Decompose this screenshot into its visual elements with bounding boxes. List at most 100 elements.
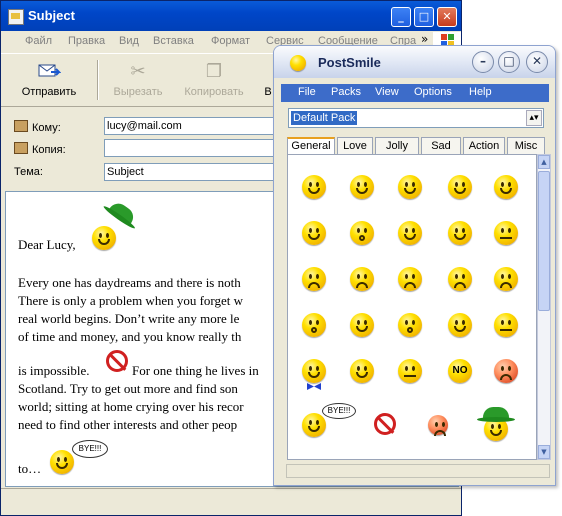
body-line: Scotland. Try to get out more and find s…	[18, 381, 238, 396]
compose-title-bar[interactable]: Subject _ □ ✕	[1, 1, 461, 31]
smiley-grid: NO BYE!!!	[287, 154, 537, 460]
smiley-smile-icon[interactable]	[302, 175, 326, 199]
status-bar	[1, 488, 461, 515]
no-sign-icon[interactable]	[374, 413, 396, 435]
body-line: real world begins. Don’t write any more …	[18, 311, 240, 326]
green-hat-icon	[108, 199, 138, 225]
body-line: There is only a problem when you forget …	[18, 293, 244, 308]
postsmile-window: PostSmile – □ ✕ File Packs View Options …	[273, 45, 556, 486]
smiley-grin-icon[interactable]	[350, 175, 374, 199]
send-icon	[37, 60, 62, 82]
body-line: world; sitting at home crying over his r…	[18, 399, 244, 414]
smiley-pout-icon[interactable]	[494, 267, 518, 291]
body-line-continuation: For one thing he lives in	[132, 363, 259, 378]
menu-file[interactable]: Файл	[25, 35, 52, 47]
bye-speech-bubble: BYE!!!	[72, 440, 108, 458]
scroll-up-arrow-icon[interactable]: ▲	[538, 155, 550, 169]
subject-field[interactable]	[104, 163, 279, 181]
scroll-down-arrow-icon[interactable]: ▼	[538, 445, 550, 459]
postsmile-maximize-button[interactable]: □	[498, 51, 520, 73]
smiley-oops-icon[interactable]	[398, 313, 422, 337]
bye-smiley-icon	[50, 450, 74, 474]
smiley-unhappy-icon[interactable]	[350, 267, 374, 291]
cut-label: Вырезать	[113, 86, 163, 98]
ps-menu-file[interactable]: File	[298, 86, 316, 98]
scroll-thumb[interactable]	[538, 171, 550, 311]
body-line: of time and money, and you know really t…	[18, 329, 242, 344]
smiley-surprised-icon[interactable]	[350, 221, 374, 245]
smiley-no-icon[interactable]: NO	[448, 359, 472, 383]
subject-row: Тема:	[14, 163, 279, 183]
smiley-cheeky-icon[interactable]	[448, 175, 472, 199]
menu-edit[interactable]: Правка	[68, 35, 105, 47]
smiley-teeth-icon[interactable]	[448, 313, 472, 337]
to-label[interactable]: Кому:	[14, 120, 61, 134]
body-greeting: Dear Lucy,	[18, 237, 76, 252]
smiley-scrollbar[interactable]: ▲ ▼	[537, 154, 551, 460]
bowtie-icon	[307, 383, 321, 390]
paste-button[interactable]: В	[263, 56, 273, 98]
postsmile-minimize-button[interactable]: –	[472, 51, 494, 73]
menu-format[interactable]: Формат	[211, 35, 250, 47]
smiley-confused-icon[interactable]	[350, 359, 374, 383]
category-tabs: General Love Jolly Sad Action Misc	[287, 137, 545, 155]
smiley-question-icon[interactable]	[398, 359, 422, 383]
menu-view[interactable]: Вид	[119, 35, 139, 47]
no-text: NO	[452, 365, 468, 376]
to-row: Кому:	[14, 117, 279, 137]
menu-insert[interactable]: Вставка	[153, 35, 194, 47]
tab-love[interactable]: Love	[337, 137, 373, 154]
window-title: Subject	[28, 8, 75, 23]
smiley-happy-icon[interactable]	[398, 175, 422, 199]
send-button[interactable]: Отправить	[15, 56, 83, 98]
angry-no-icon	[106, 350, 128, 372]
maximize-button[interactable]: □	[414, 7, 434, 27]
copy-label: Копировать	[184, 86, 244, 98]
address-book-icon	[14, 120, 28, 132]
to-field[interactable]	[104, 117, 279, 135]
menu-overflow-chevron[interactable]: »	[421, 32, 428, 46]
tab-jolly[interactable]: Jolly	[375, 137, 419, 154]
ps-menu-help[interactable]: Help	[469, 86, 492, 98]
postsmile-close-button[interactable]: ✕	[526, 51, 548, 73]
smiley-sad-icon[interactable]	[302, 267, 326, 291]
smiley-blank-icon[interactable]	[494, 313, 518, 337]
subject-label: Тема:	[14, 166, 43, 178]
updown-arrow-icon[interactable]: ▴▾	[526, 110, 542, 126]
postsmile-title-bar[interactable]: PostSmile – □ ✕	[274, 46, 555, 78]
scissors-icon: ✂	[130, 61, 146, 81]
smiley-laugh-icon[interactable]	[494, 175, 518, 199]
minimize-button[interactable]: _	[391, 7, 411, 27]
smiley-shocked-icon[interactable]	[302, 313, 326, 337]
smiley-big-grin-icon[interactable]	[448, 221, 472, 245]
grid-bye-bubble: BYE!!!	[322, 403, 356, 419]
pack-select[interactable]: Default Pack ▴▾	[288, 108, 544, 128]
cut-button[interactable]: ✂ Вырезать	[107, 56, 169, 98]
ps-menu-options[interactable]: Options	[414, 86, 452, 98]
toolbar-separator	[97, 60, 99, 100]
smiley-wink-icon[interactable]	[302, 221, 326, 245]
smiley-wink2-icon[interactable]	[398, 221, 422, 245]
smiley-neutral-icon[interactable]	[494, 221, 518, 245]
smiley-bowtie-icon[interactable]	[302, 359, 326, 383]
ps-menu-packs[interactable]: Packs	[331, 86, 361, 98]
tab-misc[interactable]: Misc	[507, 137, 545, 154]
pack-select-value: Default Pack	[291, 111, 358, 125]
smiley-worried-icon[interactable]	[448, 267, 472, 291]
cc-label[interactable]: Копия:	[14, 142, 66, 156]
tab-sad[interactable]: Sad	[421, 137, 461, 154]
smiley-crying-icon[interactable]	[494, 359, 518, 383]
smiley-angry-red-icon[interactable]	[428, 415, 448, 436]
ps-menu-view[interactable]: View	[375, 86, 399, 98]
cc-field[interactable]	[104, 139, 279, 157]
tab-general[interactable]: General	[287, 137, 335, 154]
green-hat-icon	[477, 407, 515, 422]
smiley-bye-icon[interactable]	[302, 413, 326, 437]
copy-button[interactable]: ❐ Копировать	[179, 56, 249, 98]
body-line: is impossible.	[18, 363, 90, 378]
smiley-frown-icon[interactable]	[398, 267, 422, 291]
smiley-headphones-icon[interactable]	[350, 313, 374, 337]
cc-row: Копия:	[14, 139, 279, 159]
close-button[interactable]: ✕	[437, 7, 457, 27]
tab-action[interactable]: Action	[463, 137, 505, 154]
